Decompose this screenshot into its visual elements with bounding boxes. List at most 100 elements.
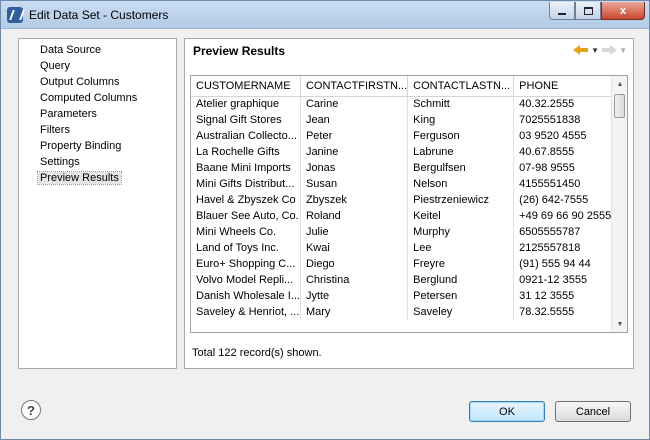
sidebar-item-computed-columns[interactable]: Computed Columns xyxy=(19,90,176,106)
maximize-icon xyxy=(583,6,593,15)
table-cell: Labrune xyxy=(407,144,515,160)
table-cell: Freyre xyxy=(407,256,515,272)
sidebar-item-parameters[interactable]: Parameters xyxy=(19,106,176,122)
sidebar-item-query[interactable]: Query xyxy=(19,58,176,74)
table-cell: 0921-12 3555 xyxy=(513,272,621,288)
table-cell: Janine xyxy=(300,144,409,160)
help-icon[interactable]: ? xyxy=(21,400,41,420)
sidebar-item-data-source[interactable]: Data Source xyxy=(19,42,176,58)
table-cell: Carine xyxy=(300,96,409,112)
page-title: Preview Results xyxy=(193,44,286,58)
table-cell: Ferguson xyxy=(407,128,515,144)
results-table: CUSTOMERNAME CONTACTFIRSTN... CONTACTLASTN… xyxy=(191,76,621,320)
page-navigation-list: Data Source Query Output Columns Computed C… xyxy=(18,38,177,369)
table-cell: Jonas xyxy=(300,160,409,176)
table-cell: Euro+ Shopping C... xyxy=(191,256,301,272)
title-bar[interactable]: Edit Data Set - Customers x xyxy=(1,1,649,29)
back-arrow-icon[interactable] xyxy=(573,43,589,57)
table-cell: Mary xyxy=(300,304,409,320)
table-cell: +49 69 66 90 2555 xyxy=(513,208,621,224)
vertical-scrollbar[interactable]: ▲ ▼ xyxy=(611,76,627,332)
table-cell: Volvo Model Repli... xyxy=(191,272,301,288)
minimize-button[interactable] xyxy=(549,2,575,20)
table-cell: Bergulfsen xyxy=(407,160,515,176)
table-cell: 03 9520 4555 xyxy=(513,128,621,144)
table-cell: (26) 642-7555 xyxy=(513,192,621,208)
table-row[interactable]: Havel & Zbyszek Co Zbyszek Piestrzeniewicz… xyxy=(191,192,621,208)
sidebar-item-filters[interactable]: Filters xyxy=(19,122,176,138)
table-cell: 2125557818 xyxy=(513,240,621,256)
table-cell: Christina xyxy=(300,272,409,288)
maximize-button[interactable] xyxy=(575,2,601,20)
table-cell: Diego xyxy=(300,256,409,272)
table-cell: Susan xyxy=(300,176,409,192)
table-cell: King xyxy=(407,112,515,128)
sidebar-item-label: Preview Results xyxy=(37,171,122,185)
column-header[interactable]: CUSTOMERNAME xyxy=(191,76,301,97)
table-row[interactable]: Volvo Model Repli... Christina Berglund 092… xyxy=(191,272,621,288)
table-cell: 4155551450 xyxy=(513,176,621,192)
table-row[interactable]: Mini Wheels Co. Julie Murphy 6505555787 xyxy=(191,224,621,240)
table-cell: Danish Wholesale I... xyxy=(191,288,301,304)
sidebar-item-label: Property Binding xyxy=(40,140,122,152)
sidebar-item-output-columns[interactable]: Output Columns xyxy=(19,74,176,90)
dialog-body: Data Source Query Output Columns Computed C… xyxy=(8,30,644,435)
sidebar-item-label: Query xyxy=(40,60,70,72)
ok-button[interactable]: OK xyxy=(469,401,545,422)
table-header-row: CUSTOMERNAME CONTACTFIRSTN... CONTACTLASTN… xyxy=(191,76,621,97)
table-cell: Australian Collecto... xyxy=(191,128,301,144)
table-cell: Signal Gift Stores xyxy=(191,112,301,128)
sidebar-item-label: Output Columns xyxy=(40,76,120,88)
forward-arrow-icon[interactable] xyxy=(601,43,618,57)
sidebar-item-property-binding[interactable]: Property Binding xyxy=(19,138,176,154)
table-cell: La Rochelle Gifts xyxy=(191,144,301,160)
table-cell: 07-98 9555 xyxy=(513,160,621,176)
table-cell: 40.32.2555 xyxy=(513,96,621,112)
forward-dropdown-chevron-icon[interactable]: ▼ xyxy=(619,46,627,55)
table-cell: 31 12 3555 xyxy=(513,288,621,304)
scrollbar-thumb[interactable] xyxy=(614,94,625,118)
table-cell: Julie xyxy=(300,224,409,240)
table-row[interactable]: Danish Wholesale I... Jytte Petersen 31 12 … xyxy=(191,288,621,304)
table-row[interactable]: La Rochelle Gifts Janine Labrune 40.67.8555 xyxy=(191,144,621,160)
column-header[interactable]: CONTACTFIRSTN... xyxy=(300,76,409,97)
birt-app-icon xyxy=(7,7,23,23)
cancel-button[interactable]: Cancel xyxy=(555,401,631,422)
column-header[interactable]: CONTACTLASTN... xyxy=(407,76,515,97)
table-cell: 7025551838 xyxy=(513,112,621,128)
table-row[interactable]: Saveley & Henriot, ... Mary Saveley 78.32.5… xyxy=(191,304,621,320)
table-cell: Kwai xyxy=(300,240,409,256)
record-count-status: Total 122 record(s) shown. xyxy=(192,347,322,359)
table-row[interactable]: Land of Toys Inc. Kwai Lee 2125557818 xyxy=(191,240,621,256)
scroll-up-icon[interactable]: ▲ xyxy=(612,76,627,92)
close-button[interactable]: x xyxy=(601,2,645,20)
sidebar-item-label: Data Source xyxy=(40,44,102,56)
sidebar-item-label: Filters xyxy=(40,124,70,136)
table-cell: Lee xyxy=(407,240,515,256)
sidebar-item-label: Parameters xyxy=(40,108,97,120)
table-row[interactable]: Blauer See Auto, Co. Roland Keitel +49 69 6… xyxy=(191,208,621,224)
table-row[interactable]: Baane Mini Imports Jonas Bergulfsen 07-98 9… xyxy=(191,160,621,176)
table-cell: Havel & Zbyszek Co xyxy=(191,192,301,208)
sidebar-item-preview-results[interactable]: Preview Results xyxy=(19,170,176,186)
table-row[interactable]: Euro+ Shopping C... Diego Freyre (91) 555 9… xyxy=(191,256,621,272)
table-row[interactable]: Signal Gift Stores Jean King 7025551838 xyxy=(191,112,621,128)
table-cell: Jean xyxy=(300,112,409,128)
table-cell: Nelson xyxy=(407,176,515,192)
table-row[interactable]: Atelier graphique Carine Schmitt 40.32.2555 xyxy=(191,96,621,112)
preview-results-table[interactable]: CUSTOMERNAME CONTACTFIRSTN... CONTACTLASTN… xyxy=(190,75,628,333)
back-dropdown-chevron-icon[interactable]: ▼ xyxy=(591,46,599,55)
table-cell: Keitel xyxy=(407,208,515,224)
table-cell: Atelier graphique xyxy=(191,96,301,112)
scroll-down-icon[interactable]: ▼ xyxy=(612,316,627,332)
history-navigation: ▼ ▼ xyxy=(573,43,627,57)
table-cell: Saveley xyxy=(407,304,515,320)
table-cell: Piestrzeniewicz xyxy=(407,192,515,208)
window-title: Edit Data Set - Customers xyxy=(29,8,169,22)
table-cell: Mini Wheels Co. xyxy=(191,224,301,240)
sidebar-item-settings[interactable]: Settings xyxy=(19,154,176,170)
column-header[interactable]: PHONE xyxy=(513,76,621,97)
help-symbol: ? xyxy=(27,402,35,418)
table-row[interactable]: Australian Collecto... Peter Ferguson 03 95… xyxy=(191,128,621,144)
table-row[interactable]: Mini Gifts Distribut... Susan Nelson 415555… xyxy=(191,176,621,192)
